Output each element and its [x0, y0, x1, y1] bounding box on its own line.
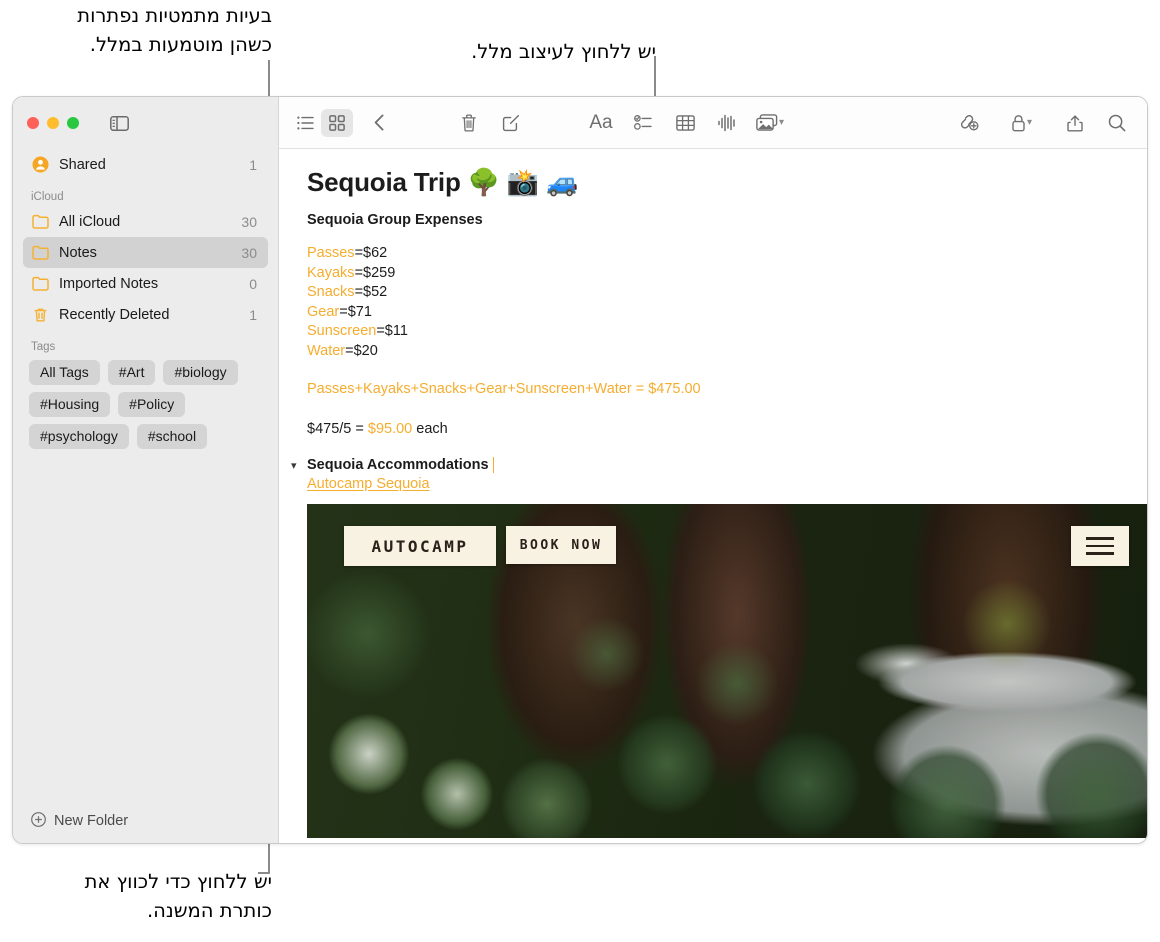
sidebar-item-count: 1 — [249, 157, 260, 173]
text-cursor — [493, 457, 495, 473]
expense-value: =$259 — [355, 265, 396, 281]
autocamp-sequoia-link[interactable]: Autocamp Sequoia — [307, 476, 430, 492]
zoom-button[interactable] — [67, 117, 79, 129]
sidebar-item-all-icloud[interactable]: All iCloud 30 — [23, 206, 268, 237]
compose-note-button[interactable] — [495, 109, 527, 137]
folder-icon — [31, 212, 50, 231]
sidebar-section-header-tags: Tags — [23, 330, 268, 356]
trash-icon — [31, 305, 50, 324]
tag-psychology[interactable]: #psychology — [29, 424, 129, 449]
sidebar-item-label: Shared — [59, 157, 240, 173]
close-button[interactable] — [27, 117, 39, 129]
minimize-button[interactable] — [47, 117, 59, 129]
expense-token: Kayaks — [307, 265, 355, 281]
sidebar-item-count: 30 — [241, 214, 260, 230]
window-controls — [13, 97, 278, 149]
main-pane: Aa — [279, 97, 1147, 843]
tag-housing[interactable]: #Housing — [29, 392, 110, 417]
expense-row: Water=$20 — [307, 342, 1119, 362]
sidebar-item-count: 30 — [241, 245, 260, 261]
expense-value: =$71 — [339, 304, 372, 320]
sidebar-item-label: Notes — [59, 245, 232, 261]
sidebar-item-shared[interactable]: Shared 1 — [23, 149, 268, 180]
sidebar-list: Shared 1 iCloud All iCloud 30 — [13, 149, 278, 799]
chevron-down-icon: ▾ — [1027, 117, 1032, 128]
share-button[interactable] — [1059, 109, 1091, 137]
expense-value: =$62 — [355, 245, 388, 261]
expense-value: =$11 — [376, 323, 408, 339]
sidebar-item-recently-deleted[interactable]: Recently Deleted 1 — [23, 299, 268, 330]
plus-circle-icon — [31, 812, 46, 831]
lock-button[interactable]: ▾ — [1008, 109, 1035, 137]
notes-window: Shared 1 iCloud All iCloud 30 — [12, 96, 1148, 844]
media-button[interactable]: ▾ — [753, 109, 787, 137]
sidebar-item-count: 1 — [249, 307, 260, 323]
division-suffix: each — [412, 421, 447, 437]
expense-token: Gear — [307, 304, 339, 320]
sidebar: Shared 1 iCloud All iCloud 30 — [13, 97, 279, 843]
gallery-view-button[interactable] — [321, 109, 353, 137]
tag-biology[interactable]: #biology — [163, 360, 237, 385]
expense-row: Snacks=$52 — [307, 283, 1119, 303]
audio-button[interactable] — [711, 109, 743, 137]
division-result: $95.00 — [368, 421, 412, 437]
tag-school[interactable]: #school — [137, 424, 207, 449]
delete-note-button[interactable] — [453, 109, 485, 137]
annotation-top-left: בעיות מתמטיות נפתרות כשהן מוטמעות במלל. — [0, 2, 272, 60]
division-prefix: $475/5 = — [307, 421, 368, 437]
checklist-button[interactable] — [627, 109, 659, 137]
note-title: Sequoia Trip 🌳 📸 🚙 — [307, 167, 1119, 198]
annotation-bottom-left: יש ללחוץ כדי לכווץ את כותרת המשנה. — [0, 868, 272, 926]
tag-all-tags[interactable]: All Tags — [29, 360, 100, 385]
expense-row: Sunscreen=$11 — [307, 322, 1119, 342]
expense-token: Water — [307, 343, 345, 359]
folder-icon — [31, 243, 50, 262]
leader-tick-bottom-left-end — [258, 872, 270, 874]
table-button[interactable] — [669, 109, 701, 137]
sidebar-section-header-icloud: iCloud — [23, 180, 268, 206]
new-folder-label: New Folder — [54, 813, 128, 829]
sidebar-item-label: Recently Deleted — [59, 307, 240, 323]
annotation-top-right: יש ללחוץ לעיצוב מלל. — [390, 38, 656, 67]
tag-art[interactable]: #Art — [108, 360, 156, 385]
chevron-down-icon: ▾ — [779, 117, 784, 128]
toolbar: Aa — [279, 97, 1147, 149]
expense-value: =$52 — [355, 284, 388, 300]
hamburger-menu-icon[interactable] — [1071, 526, 1129, 566]
formula-line: Passes+Kayaks+Snacks+Gear+Sunscreen+Wate… — [307, 380, 1119, 400]
note-subtitle: Sequoia Group Expenses — [307, 212, 1119, 228]
note-photo-autocamp[interactable]: AUTOCAMP BOOK NOW — [307, 504, 1147, 838]
expense-token: Snacks — [307, 284, 355, 300]
search-button[interactable] — [1101, 109, 1133, 137]
sidebar-item-label: Imported Notes — [59, 276, 240, 292]
sidebar-toggle-icon[interactable] — [109, 115, 130, 131]
book-now-badge[interactable]: BOOK NOW — [506, 526, 616, 564]
accommodations-heading[interactable]: ▾ Sequoia Accommodations — [307, 457, 1119, 473]
autocamp-logo-badge[interactable]: AUTOCAMP — [344, 526, 496, 566]
expense-row: Gear=$71 — [307, 303, 1119, 323]
expense-value: =$20 — [345, 343, 378, 359]
expense-token: Sunscreen — [307, 323, 376, 339]
tags-list: All Tags #Art #biology #Housing #Policy … — [23, 356, 268, 449]
sidebar-item-count: 0 — [249, 276, 260, 292]
expense-row: Kayaks=$259 — [307, 264, 1119, 284]
list-view-button[interactable] — [289, 109, 321, 137]
expense-token: Passes — [307, 245, 355, 261]
new-folder-button[interactable]: New Folder — [13, 799, 278, 843]
collaborate-button[interactable] — [952, 109, 984, 137]
format-text-button[interactable]: Aa — [585, 109, 617, 137]
sidebar-item-notes[interactable]: Notes 30 — [23, 237, 268, 268]
sidebar-item-label: All iCloud — [59, 214, 232, 230]
expenses-list: Passes=$62 Kayaks=$259 Snacks=$52 Gear=$… — [307, 244, 1119, 361]
accommodations-heading-label: Sequoia Accommodations — [307, 457, 489, 473]
shared-person-icon — [31, 155, 50, 174]
division-line: $475/5 = $95.00 each — [307, 420, 1119, 440]
back-button[interactable] — [363, 109, 395, 137]
expense-row: Passes=$62 — [307, 244, 1119, 264]
tag-policy[interactable]: #Policy — [118, 392, 185, 417]
chevron-down-icon[interactable]: ▾ — [291, 459, 297, 472]
note-editor[interactable]: Sequoia Trip 🌳 📸 🚙 Sequoia Group Expense… — [279, 149, 1147, 843]
sidebar-item-imported-notes[interactable]: Imported Notes 0 — [23, 268, 268, 299]
folder-icon — [31, 274, 50, 293]
